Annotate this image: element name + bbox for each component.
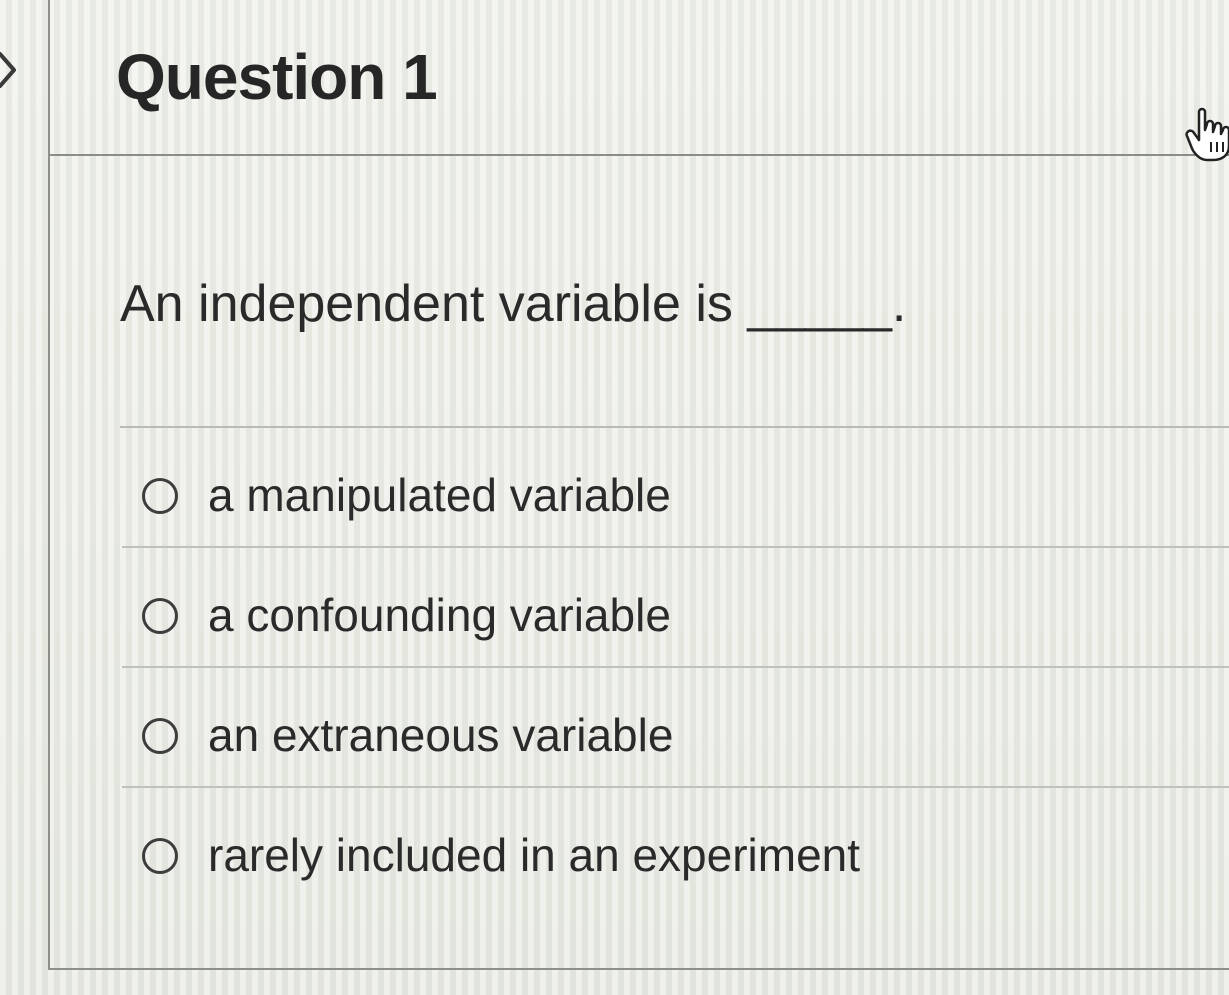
question-title: Question 1 [116,41,438,113]
question-prompt: An independent variable is _____. [120,275,907,333]
radio-button[interactable] [142,838,178,874]
hand-pointer-icon [1185,107,1229,162]
answer-label: rarely included in an experiment [208,829,861,881]
answer-option-1[interactable]: a manipulated variable [122,428,1229,548]
radio-button[interactable] [142,478,178,514]
question-card: Question 1 An independent variable is __… [48,0,1229,970]
answer-option-2[interactable]: a confounding variable [122,548,1229,668]
answer-option-4[interactable]: rarely included in an experiment [122,788,1229,906]
quiz-page: Question 1 An independent variable is __… [0,0,1229,995]
chevron-right-icon[interactable] [0,44,22,96]
answer-label: a confounding variable [208,589,671,641]
question-header: Question 1 [50,0,1229,162]
radio-button[interactable] [142,718,178,754]
radio-button[interactable] [142,598,178,634]
answer-option-3[interactable]: an extraneous variable [122,668,1229,788]
answer-label: an extraneous variable [208,709,674,761]
answer-label: a manipulated variable [208,469,671,521]
